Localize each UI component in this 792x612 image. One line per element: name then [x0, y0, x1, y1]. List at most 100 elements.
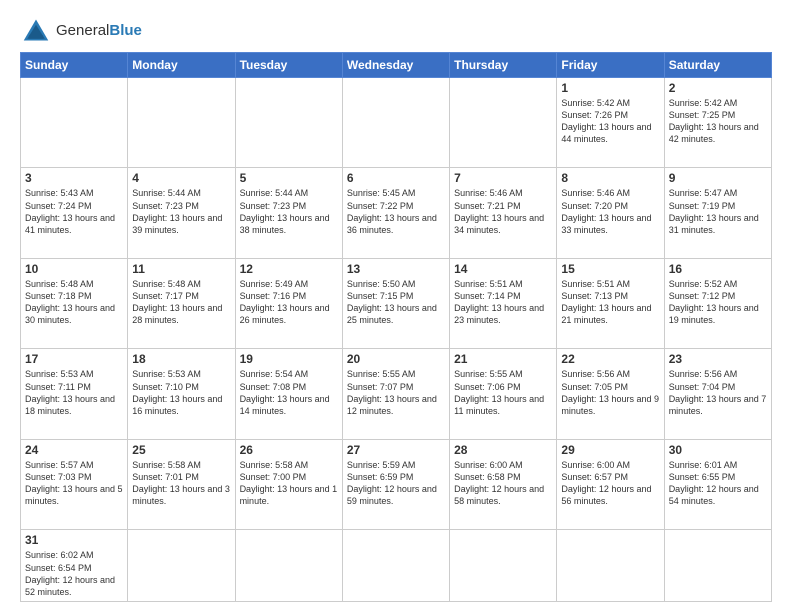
calendar-cell: 8 Sunrise: 5:46 AM Sunset: 7:20 PM Daylig…: [557, 168, 664, 258]
day-number: 30: [669, 443, 767, 457]
calendar-cell: 19 Sunrise: 5:54 AM Sunset: 7:08 PM Dayli…: [235, 349, 342, 439]
calendar-cell: 11Sunrise: 5:48 AM Sunset: 7:17 PM Dayli…: [128, 258, 235, 348]
day-number: 10: [25, 262, 123, 276]
day-info: Sunrise: 5:48 AM Sunset: 7:18 PM Dayligh…: [25, 278, 123, 327]
calendar-week-6: 31Sunrise: 6:02 AM Sunset: 6:54 PM Dayli…: [21, 530, 772, 602]
day-header-wednesday: Wednesday: [342, 53, 449, 78]
day-number: 15: [561, 262, 659, 276]
day-number: 29: [561, 443, 659, 457]
calendar-cell: 5 Sunrise: 5:44 AM Sunset: 7:23 PM Daylig…: [235, 168, 342, 258]
day-number: 19: [240, 352, 338, 366]
day-number: 24: [25, 443, 123, 457]
calendar-cell: 30 Sunrise: 6:01 AM Sunset: 6:55 PM Dayli…: [664, 439, 771, 530]
day-number: 25: [132, 443, 230, 457]
day-info: Sunrise: 5:42 AM Sunset: 7:26 PM Dayligh…: [561, 97, 659, 146]
day-number: 12: [240, 262, 338, 276]
logo-text: GeneralBlue: [56, 22, 142, 39]
day-header-tuesday: Tuesday: [235, 53, 342, 78]
day-info: Sunrise: 5:51 AM Sunset: 7:13 PM Dayligh…: [561, 278, 659, 327]
calendar-cell: [235, 530, 342, 602]
calendar-cell: 21Sunrise: 5:55 AM Sunset: 7:06 PM Dayli…: [450, 349, 557, 439]
calendar-cell: 1 Sunrise: 5:42 AM Sunset: 7:26 PM Daylig…: [557, 78, 664, 168]
calendar-cell: 10 Sunrise: 5:48 AM Sunset: 7:18 PM Dayli…: [21, 258, 128, 348]
day-info: Sunrise: 5:55 AM Sunset: 7:07 PM Dayligh…: [347, 368, 445, 417]
day-number: 8: [561, 171, 659, 185]
calendar-cell: 29 Sunrise: 6:00 AM Sunset: 6:57 PM Dayli…: [557, 439, 664, 530]
calendar-cell: 7Sunrise: 5:46 AM Sunset: 7:21 PM Daylig…: [450, 168, 557, 258]
day-number: 3: [25, 171, 123, 185]
calendar-cell: 2Sunrise: 5:42 AM Sunset: 7:25 PM Daylig…: [664, 78, 771, 168]
calendar-cell: 24 Sunrise: 5:57 AM Sunset: 7:03 PM Dayli…: [21, 439, 128, 530]
day-number: 27: [347, 443, 445, 457]
day-number: 28: [454, 443, 552, 457]
day-number: 18: [132, 352, 230, 366]
day-number: 16: [669, 262, 767, 276]
day-info: Sunrise: 6:00 AM Sunset: 6:57 PM Dayligh…: [561, 459, 659, 508]
day-info: Sunrise: 5:58 AM Sunset: 7:00 PM Dayligh…: [240, 459, 338, 508]
day-info: Sunrise: 5:54 AM Sunset: 7:08 PM Dayligh…: [240, 368, 338, 417]
day-number: 22: [561, 352, 659, 366]
calendar-week-5: 24 Sunrise: 5:57 AM Sunset: 7:03 PM Dayli…: [21, 439, 772, 530]
logo: GeneralBlue: [20, 16, 142, 44]
day-number: 4: [132, 171, 230, 185]
day-number: 2: [669, 81, 767, 95]
calendar-cell: 23Sunrise: 5:56 AM Sunset: 7:04 PM Dayli…: [664, 349, 771, 439]
calendar-cell: 9 Sunrise: 5:47 AM Sunset: 7:19 PM Daylig…: [664, 168, 771, 258]
day-info: Sunrise: 5:43 AM Sunset: 7:24 PM Dayligh…: [25, 187, 123, 236]
day-info: Sunrise: 5:49 AM Sunset: 7:16 PM Dayligh…: [240, 278, 338, 327]
calendar-cell: [557, 530, 664, 602]
calendar-header-row: SundayMondayTuesdayWednesdayThursdayFrid…: [21, 53, 772, 78]
calendar-cell: [128, 78, 235, 168]
calendar-cell: [128, 530, 235, 602]
calendar-cell: 25Sunrise: 5:58 AM Sunset: 7:01 PM Dayli…: [128, 439, 235, 530]
logo-icon: [20, 16, 52, 44]
calendar-cell: 16 Sunrise: 5:52 AM Sunset: 7:12 PM Dayli…: [664, 258, 771, 348]
day-header-monday: Monday: [128, 53, 235, 78]
day-info: Sunrise: 5:52 AM Sunset: 7:12 PM Dayligh…: [669, 278, 767, 327]
day-number: 1: [561, 81, 659, 95]
calendar-week-4: 17Sunrise: 5:53 AM Sunset: 7:11 PM Dayli…: [21, 349, 772, 439]
page-header: GeneralBlue: [20, 16, 772, 44]
day-info: Sunrise: 5:53 AM Sunset: 7:10 PM Dayligh…: [132, 368, 230, 417]
day-info: Sunrise: 5:44 AM Sunset: 7:23 PM Dayligh…: [240, 187, 338, 236]
day-info: Sunrise: 5:59 AM Sunset: 6:59 PM Dayligh…: [347, 459, 445, 508]
calendar-cell: 6Sunrise: 5:45 AM Sunset: 7:22 PM Daylig…: [342, 168, 449, 258]
calendar-cell: [342, 78, 449, 168]
day-info: Sunrise: 6:00 AM Sunset: 6:58 PM Dayligh…: [454, 459, 552, 508]
day-number: 9: [669, 171, 767, 185]
day-number: 5: [240, 171, 338, 185]
calendar-cell: 4Sunrise: 5:44 AM Sunset: 7:23 PM Daylig…: [128, 168, 235, 258]
day-info: Sunrise: 5:46 AM Sunset: 7:20 PM Dayligh…: [561, 187, 659, 236]
day-number: 26: [240, 443, 338, 457]
calendar-cell: 31Sunrise: 6:02 AM Sunset: 6:54 PM Dayli…: [21, 530, 128, 602]
day-number: 20: [347, 352, 445, 366]
day-info: Sunrise: 5:55 AM Sunset: 7:06 PM Dayligh…: [454, 368, 552, 417]
calendar-cell: 26 Sunrise: 5:58 AM Sunset: 7:00 PM Dayli…: [235, 439, 342, 530]
calendar-cell: [21, 78, 128, 168]
day-header-thursday: Thursday: [450, 53, 557, 78]
day-info: Sunrise: 5:57 AM Sunset: 7:03 PM Dayligh…: [25, 459, 123, 508]
day-info: Sunrise: 5:48 AM Sunset: 7:17 PM Dayligh…: [132, 278, 230, 327]
day-info: Sunrise: 5:53 AM Sunset: 7:11 PM Dayligh…: [25, 368, 123, 417]
day-info: Sunrise: 5:46 AM Sunset: 7:21 PM Dayligh…: [454, 187, 552, 236]
calendar-cell: [342, 530, 449, 602]
calendar-table: SundayMondayTuesdayWednesdayThursdayFrid…: [20, 52, 772, 602]
calendar-cell: 28 Sunrise: 6:00 AM Sunset: 6:58 PM Dayli…: [450, 439, 557, 530]
day-info: Sunrise: 6:02 AM Sunset: 6:54 PM Dayligh…: [25, 549, 123, 598]
calendar-cell: [450, 530, 557, 602]
day-info: Sunrise: 5:50 AM Sunset: 7:15 PM Dayligh…: [347, 278, 445, 327]
day-info: Sunrise: 5:56 AM Sunset: 7:05 PM Dayligh…: [561, 368, 659, 417]
day-info: Sunrise: 5:47 AM Sunset: 7:19 PM Dayligh…: [669, 187, 767, 236]
calendar-cell: 22 Sunrise: 5:56 AM Sunset: 7:05 PM Dayli…: [557, 349, 664, 439]
calendar-cell: 12 Sunrise: 5:49 AM Sunset: 7:16 PM Dayli…: [235, 258, 342, 348]
day-number: 13: [347, 262, 445, 276]
day-number: 6: [347, 171, 445, 185]
day-header-sunday: Sunday: [21, 53, 128, 78]
calendar-cell: 27 Sunrise: 5:59 AM Sunset: 6:59 PM Dayli…: [342, 439, 449, 530]
day-info: Sunrise: 5:56 AM Sunset: 7:04 PM Dayligh…: [669, 368, 767, 417]
day-header-friday: Friday: [557, 53, 664, 78]
calendar-cell: 14Sunrise: 5:51 AM Sunset: 7:14 PM Dayli…: [450, 258, 557, 348]
calendar-cell: 3 Sunrise: 5:43 AM Sunset: 7:24 PM Daylig…: [21, 168, 128, 258]
calendar-cell: 18 Sunrise: 5:53 AM Sunset: 7:10 PM Dayli…: [128, 349, 235, 439]
day-info: Sunrise: 6:01 AM Sunset: 6:55 PM Dayligh…: [669, 459, 767, 508]
